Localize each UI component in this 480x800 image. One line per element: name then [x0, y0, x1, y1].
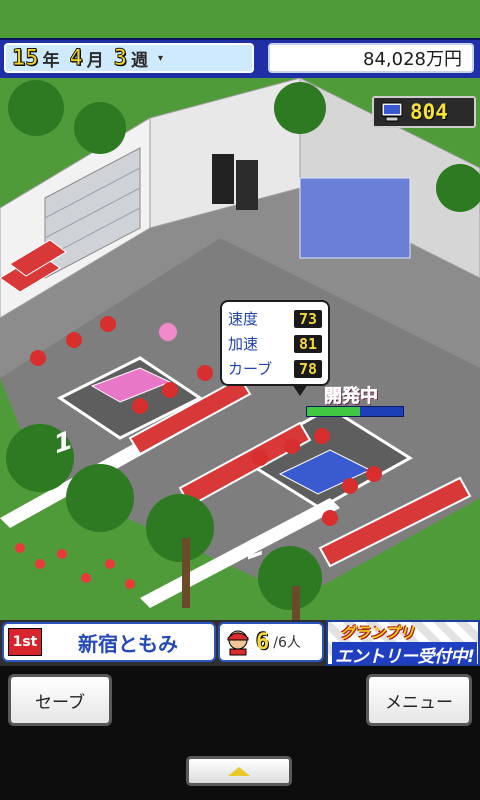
week-value: 3	[113, 45, 127, 71]
stat-value-cornering: 78	[293, 359, 322, 378]
stat-label-acceleration: 加速	[228, 335, 259, 353]
staff-panel[interactable]: 6 /6人	[218, 622, 324, 662]
car-stats-bubble: 速度 73 加速 81 カーブ 78	[220, 300, 330, 396]
computer-icon	[381, 102, 403, 122]
research-points-display[interactable]: 804	[372, 96, 476, 128]
week-unit: 週	[131, 50, 148, 71]
date-display[interactable]: 15 年 4 月 3 週 ▾	[4, 43, 254, 73]
stat-row-cornering: カーブ 78	[228, 356, 322, 381]
save-button[interactable]: セーブ	[8, 674, 112, 726]
arrow-up-icon	[228, 766, 250, 776]
status-bar: 1st 新宿ともみ 6 /6人 グランプリ エントリー受付中!	[0, 620, 480, 666]
expand-tab-button[interactable]	[186, 756, 292, 786]
rank-badge: 1st	[8, 628, 42, 656]
stat-row-speed: 速度 73	[228, 306, 322, 331]
stat-label-cornering: カーブ	[228, 360, 273, 378]
stat-value-acceleration: 81	[293, 334, 322, 353]
stat-value-speed: 73	[293, 309, 322, 328]
month-value: 4	[69, 45, 83, 71]
development-progress-fill	[307, 407, 360, 416]
garage-scene[interactable]: 804 速度 73 加速 81 カーブ 78 開発中 1 2	[0, 78, 480, 620]
money-display: 84,028万円	[268, 43, 474, 73]
month-unit: 月	[86, 50, 104, 71]
development-progress-bar	[306, 406, 404, 417]
development-label: 開発中	[324, 386, 379, 408]
money-value: 84,028万円	[363, 49, 462, 70]
top-hud: 15 年 4 月 3 週 ▾ 84,028万円	[0, 38, 480, 80]
menu-area: セーブ メニュー	[0, 666, 480, 800]
grand-prix-banner[interactable]: グランプリ エントリー受付中!	[326, 620, 480, 666]
stat-row-acceleration: 加速 81	[228, 331, 322, 356]
grand-prix-title: グランプリ	[340, 624, 415, 642]
year-value: 15	[12, 45, 39, 71]
research-points-value: 804	[410, 100, 448, 124]
driver-panel[interactable]: 1st 新宿ともみ	[2, 622, 216, 662]
stat-label-speed: 速度	[228, 310, 259, 328]
staff-current: 6	[256, 629, 270, 655]
staff-total: /6人	[273, 635, 301, 651]
year-unit: 年	[42, 50, 60, 71]
mechanic-icon	[227, 630, 249, 656]
menu-button[interactable]: メニュー	[366, 674, 472, 726]
chevron-down-icon: ▾	[158, 52, 164, 64]
development-status: 開発中	[300, 382, 404, 420]
grand-prix-entry-text: エントリー受付中!	[332, 642, 478, 664]
driver-name: 新宿ともみ	[78, 631, 178, 656]
